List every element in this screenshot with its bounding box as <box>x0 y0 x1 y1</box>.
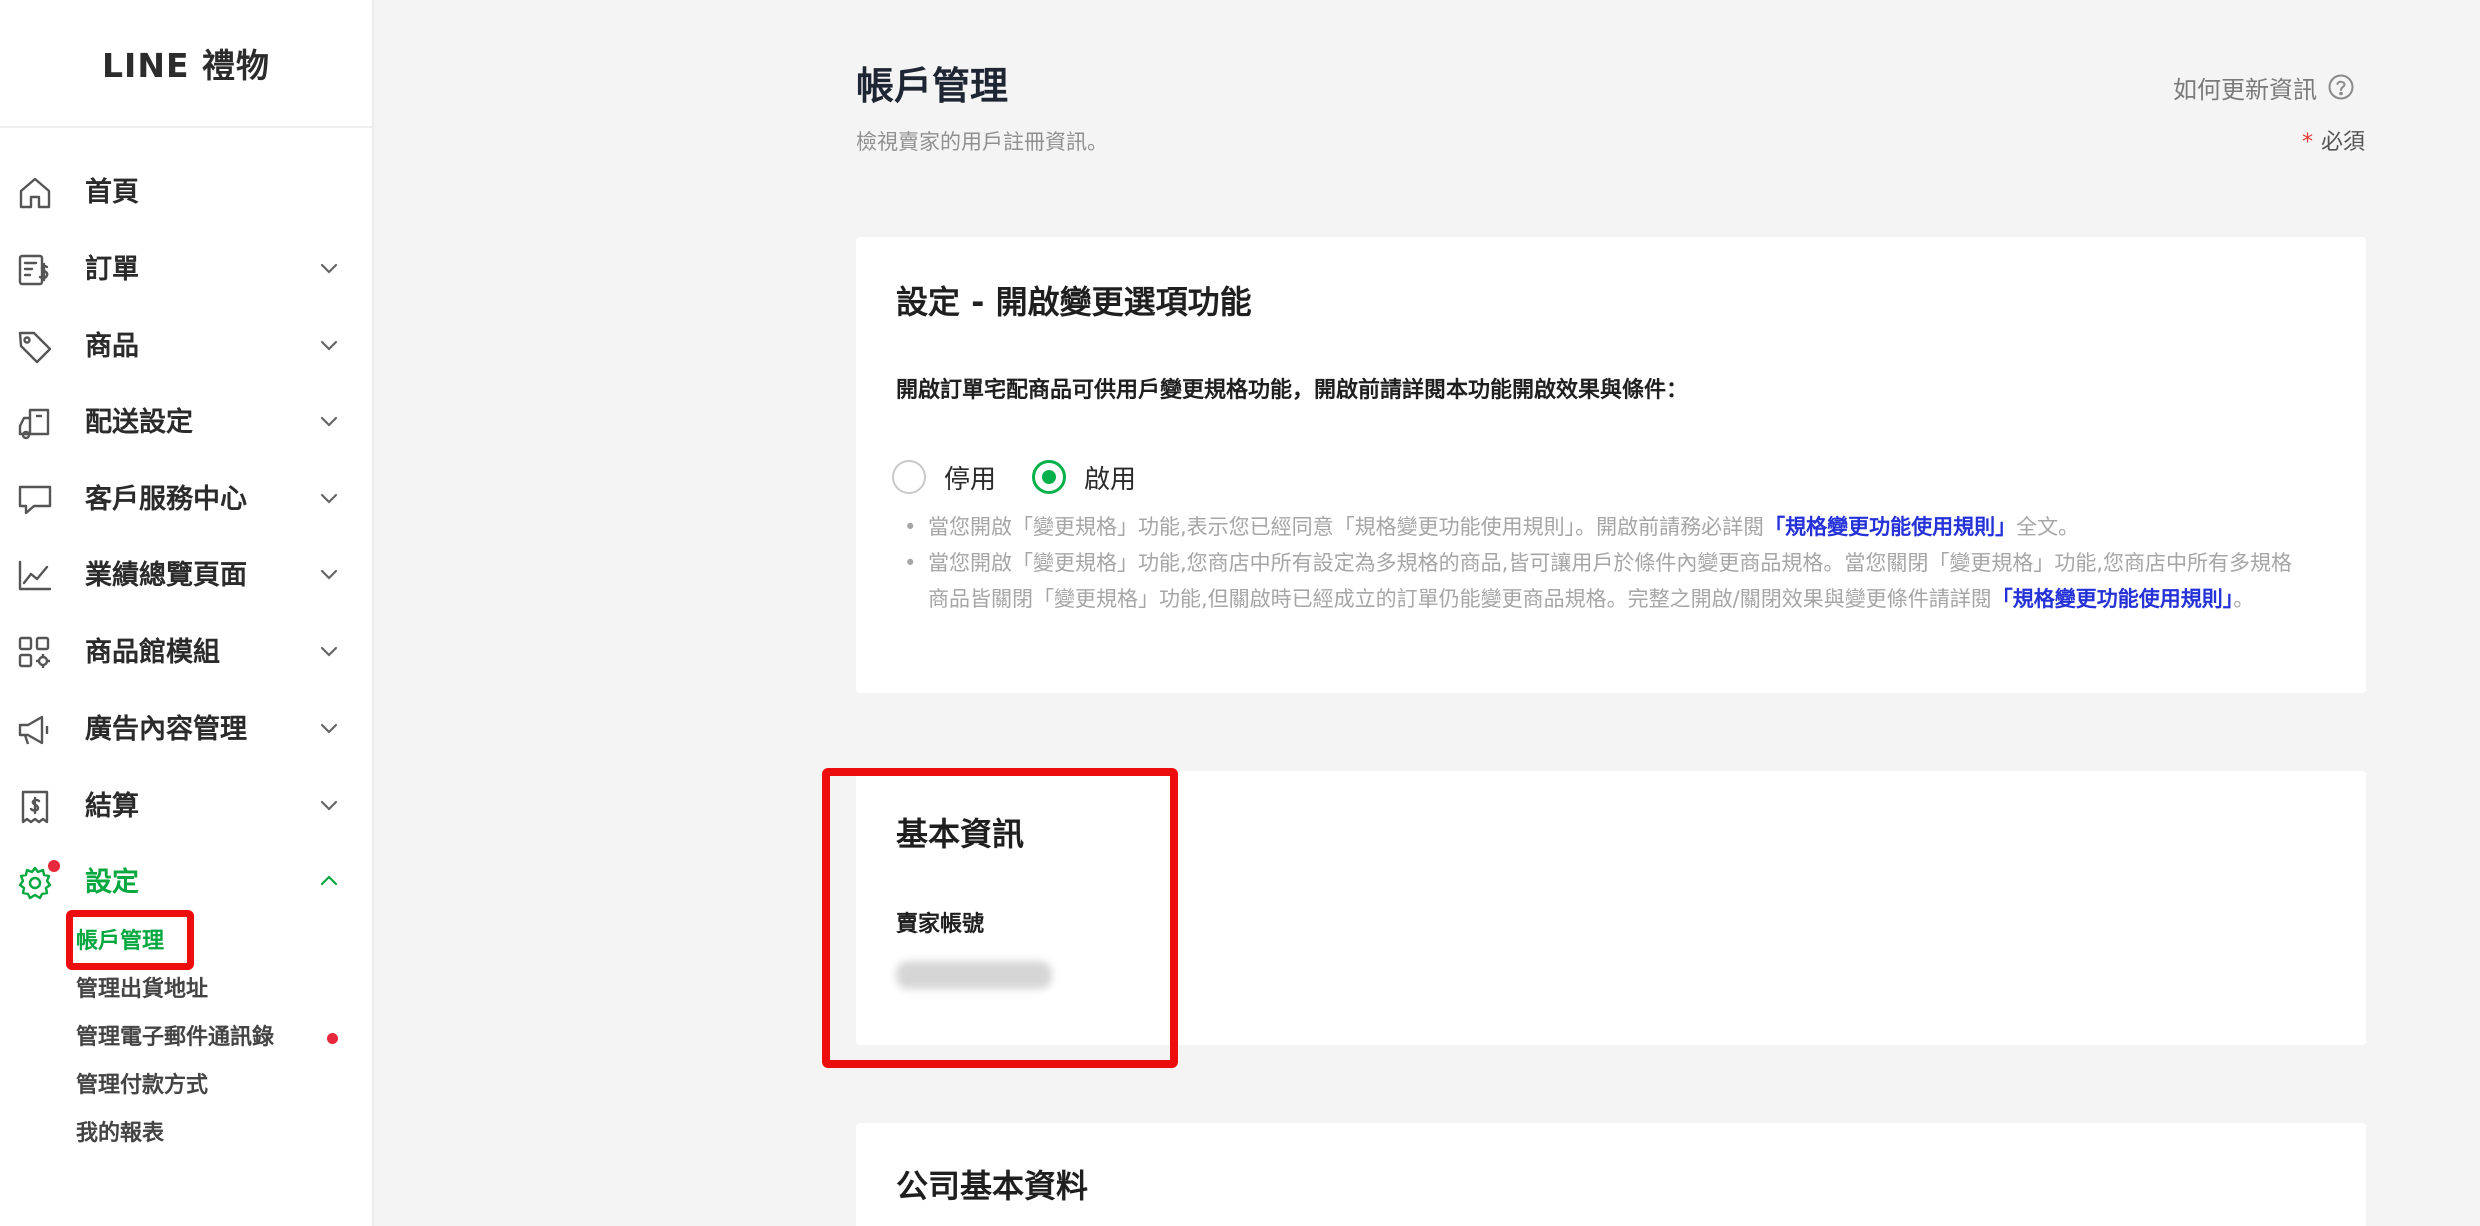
chevron-down-icon <box>318 640 340 662</box>
radio-circle[interactable] <box>892 460 926 494</box>
module-icon <box>16 634 54 672</box>
tag-icon <box>16 328 54 366</box>
notes-list: 當您開啟「變更規格」功能,表示您已經同意「規格變更功能使用規則」。開啟前請務必詳… <box>904 509 2304 617</box>
sidebar-item-product-module[interactable]: 商品館模組 <box>0 618 372 688</box>
chevron-down-icon <box>318 410 340 432</box>
sidebar-item-label: 商品 <box>85 331 139 362</box>
sidebar-item-settlement[interactable]: 結算 <box>0 772 372 842</box>
card-title: 設定 - 開啟變更選項功能 <box>896 283 1252 321</box>
receipt-icon <box>16 788 54 826</box>
radio-enable[interactable]: 啟用 <box>1032 459 1136 496</box>
radio-group-change-option: 停用 啟用 <box>892 457 1172 497</box>
sidebar-item-label: 客戶服務中心 <box>85 484 247 515</box>
required-note: * 必須 <box>2302 124 2365 156</box>
order-icon <box>16 251 54 289</box>
chevron-down-icon <box>318 794 340 816</box>
radio-circle[interactable] <box>1032 460 1067 494</box>
required-label: 必須 <box>2321 130 2366 155</box>
megaphone-icon <box>16 711 54 749</box>
sidebar: LINE 禮物 首頁 訂單 商品 配送設定 客戶服務中心 業績總覽頁面 商品館模… <box>0 0 374 1226</box>
note-text: 當您開啟「變更規格」功能,表示您已經同意「規格變更功能使用規則」。開啟前請務必詳… <box>928 515 1765 539</box>
home-icon <box>16 174 54 212</box>
app-root: LINE 禮物 首頁 訂單 商品 配送設定 客戶服務中心 業績總覽頁面 商品館模… <box>0 0 2480 1226</box>
highlight-box-basic-info <box>822 768 1178 1068</box>
sidebar-item-delivery[interactable]: 配送設定 <box>0 388 372 458</box>
sidebar-item-products[interactable]: 商品 <box>0 312 372 382</box>
note-item: 當您開啟「變更規格」功能,您商店中所有設定為多規格的商品,皆可讓用戶於條件內變更… <box>904 545 2304 617</box>
sidebar-item-label: 首頁 <box>85 177 139 208</box>
sidebar-item-home[interactable]: 首頁 <box>0 158 372 228</box>
sidebar-item-label: 商品館模組 <box>85 637 220 668</box>
chevron-down-icon <box>318 257 340 279</box>
chat-icon <box>16 481 54 519</box>
main-content: 帳戶管理 檢視賣家的用戶註冊資訊。 如何更新資訊 * 必須 設定 - 開啟變更選項… <box>376 0 2480 1226</box>
note-suffix: 全文。 <box>2016 515 2080 539</box>
chevron-up-icon <box>318 870 340 892</box>
sidebar-item-ads[interactable]: 廣告內容管理 <box>0 695 372 765</box>
page-title: 帳戶管理 <box>856 64 1009 108</box>
required-star: * <box>2302 130 2313 155</box>
sidebar-item-orders[interactable]: 訂單 <box>0 235 372 305</box>
note-suffix: 。 <box>2233 587 2255 611</box>
sidebar-item-label: 業績總覽頁面 <box>85 560 247 591</box>
sidebar-item-label: 配送設定 <box>85 407 193 438</box>
rules-link[interactable]: 「規格變更功能使用規則」 <box>1764 515 2016 539</box>
note-item: 當您開啟「變更規格」功能,表示您已經同意「規格變更功能使用規則」。開啟前請務必詳… <box>904 509 2304 545</box>
submenu-item-shipping-address[interactable]: 管理出貨地址 <box>76 970 208 1010</box>
sidebar-item-label: 設定 <box>85 867 139 898</box>
sidebar-item-label: 訂單 <box>85 254 139 285</box>
sidebar-item-customer-service[interactable]: 客戶服務中心 <box>0 465 372 535</box>
help-link-label: 如何更新資訊 <box>2173 75 2317 104</box>
change-option-card: 設定 - 開啟變更選項功能 開啟訂單宅配商品可供用戶變更規格功能，開啟前請詳閱本… <box>856 237 2366 693</box>
question-circle-icon <box>2327 73 2355 101</box>
radio-label: 啟用 <box>1084 464 1137 495</box>
highlight-box-account-management <box>66 910 194 970</box>
notification-dot <box>327 1033 338 1044</box>
delivery-icon <box>16 404 54 442</box>
radio-disable[interactable]: 停用 <box>892 459 996 496</box>
company-info-card: 公司基本資料 <box>856 1123 2366 1226</box>
notification-dot <box>48 860 60 872</box>
chart-icon <box>16 557 54 595</box>
submenu-item-my-reports[interactable]: 我的報表 <box>76 1114 164 1154</box>
sidebar-item-performance[interactable]: 業績總覽頁面 <box>0 541 372 611</box>
sidebar-item-label: 廣告內容管理 <box>85 714 247 745</box>
sidebar-item-settings[interactable]: 設定 <box>0 848 372 918</box>
card-title: 公司基本資料 <box>896 1167 1089 1205</box>
submenu-item-email-contacts[interactable]: 管理電子郵件通訊錄 <box>76 1018 274 1058</box>
chevron-down-icon <box>318 334 340 356</box>
chevron-down-icon <box>318 717 340 739</box>
rules-link[interactable]: 「規格變更功能使用規則」 <box>1992 587 2234 611</box>
page-subtitle: 檢視賣家的用戶註冊資訊。 <box>856 130 1108 154</box>
submenu-item-payment-methods[interactable]: 管理付款方式 <box>76 1066 208 1106</box>
sidebar-item-label: 結算 <box>85 791 139 822</box>
help-link[interactable]: 如何更新資訊 <box>2173 70 2355 104</box>
card-description: 開啟訂單宅配商品可供用戶變更規格功能，開啟前請詳閱本功能開啟效果與條件： <box>896 378 1689 403</box>
chevron-down-icon <box>318 487 340 509</box>
radio-label: 停用 <box>944 464 997 495</box>
brand-logo[interactable]: LINE 禮物 <box>0 0 372 128</box>
chevron-down-icon <box>318 563 340 585</box>
